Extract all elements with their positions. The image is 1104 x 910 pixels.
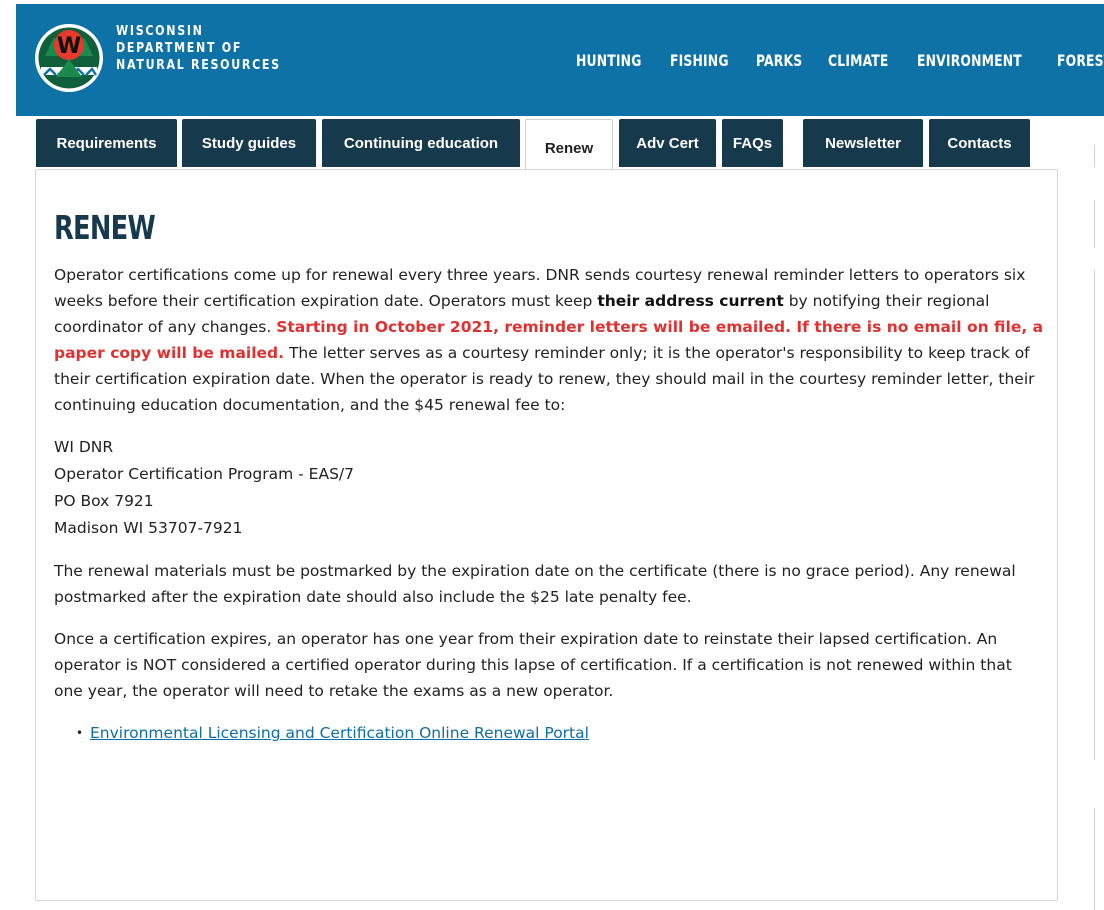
mailing-address: WI DNR Operator Certification Program - …	[54, 434, 1044, 542]
lapse-paragraph: Once a certification expires, an operato…	[54, 630, 1012, 700]
renew-content: RENEW Operator certifications come up fo…	[54, 205, 1044, 746]
nav-climate[interactable]: CLIMATE	[828, 51, 889, 70]
tab-faqs[interactable]: FAQs	[722, 119, 783, 167]
agency-line-1: WISCONSIN	[116, 24, 204, 39]
tab-renew[interactable]: Renew	[525, 119, 613, 170]
nav-forestry[interactable]: FORESTRY	[1057, 51, 1104, 70]
dnr-logo-icon[interactable]: W	[34, 23, 104, 93]
agency-line-2: DEPARTMENT OF	[116, 41, 243, 56]
nav-parks[interactable]: PARKS	[756, 51, 802, 70]
address-current-emphasis: their address current	[597, 292, 784, 310]
tab-continuing-education[interactable]: Continuing education	[322, 119, 520, 167]
logo-letter: W	[57, 34, 81, 59]
tab-newsletter[interactable]: Newsletter	[803, 119, 923, 167]
resource-links: Environmental Licensing and Certificatio…	[54, 720, 1044, 746]
nav-fishing[interactable]: FISHING	[670, 51, 729, 70]
address-line-2: Operator Certification Program - EAS/7	[54, 465, 354, 483]
main-nav: HUNTING FISHING PARKS CLIMATE ENVIRONMENT FOR…	[576, 51, 1104, 70]
site-header: W WISCONSIN DEPARTMENT OF NATURAL RESOUR…	[16, 4, 1104, 116]
agency-name[interactable]: WISCONSIN DEPARTMENT OF NATURAL RESOURCE…	[116, 23, 310, 74]
page-title: RENEW	[54, 208, 156, 247]
tab-contacts[interactable]: Contacts	[929, 119, 1030, 167]
tab-study-guides[interactable]: Study guides	[182, 119, 316, 167]
agency-line-3: NATURAL RESOURCES	[116, 58, 281, 73]
postmark-paragraph: The renewal materials must be postmarked…	[54, 562, 1016, 606]
nav-hunting[interactable]: HUNTING	[576, 51, 642, 70]
right-rail-dividers	[1094, 120, 1104, 910]
address-line-1: WI DNR	[54, 438, 114, 456]
online-renewal-portal-link[interactable]: Environmental Licensing and Certificatio…	[90, 724, 589, 742]
tab-requirements[interactable]: Requirements	[36, 119, 177, 167]
tab-bar: Requirements Study guides Continuing edu…	[36, 119, 1066, 170]
nav-environment[interactable]: ENVIRONMENT	[917, 51, 1022, 70]
tab-adv-cert[interactable]: Adv Cert	[619, 119, 716, 167]
address-line-4: Madison WI 53707-7921	[54, 519, 243, 537]
list-item: Environmental Licensing and Certificatio…	[76, 720, 1044, 746]
renewal-intro-paragraph: Operator certifications come up for rene…	[54, 262, 1044, 418]
address-line-3: PO Box 7921	[54, 492, 154, 510]
